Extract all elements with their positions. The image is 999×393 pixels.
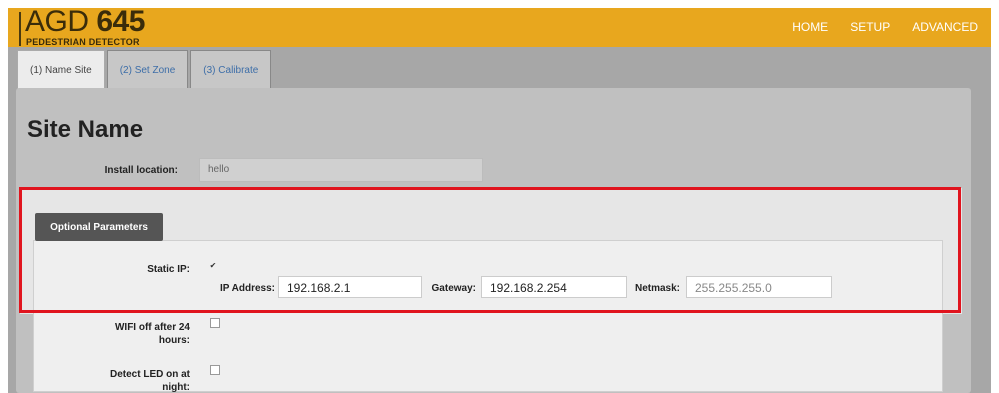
- top-bar: AGD 645 PEDESTRIAN DETECTOR HOME SETUP A…: [8, 8, 991, 47]
- nav-home[interactable]: HOME: [792, 20, 828, 34]
- install-location-label: Install location:: [104, 165, 178, 176]
- nav-setup[interactable]: SETUP: [850, 20, 890, 34]
- highlight-box: [19, 187, 961, 313]
- brand-subtitle: PEDESTRIAN DETECTOR: [26, 37, 140, 47]
- wifi-off-checkbox[interactable]: [210, 318, 220, 328]
- brand-logo: AGD 645: [25, 8, 145, 39]
- wizard-tabs: (1) Name Site (2) Set Zone (3) Calibrate: [17, 50, 273, 90]
- install-location-input[interactable]: hello: [199, 158, 483, 182]
- wifi-off-label-line2: hours:: [158, 335, 190, 346]
- nav-advanced[interactable]: ADVANCED: [912, 20, 978, 34]
- detect-led-checkbox[interactable]: [210, 365, 220, 375]
- detect-led-label-line1: Detect LED on at: [109, 369, 190, 380]
- brand-model: 645: [96, 8, 145, 38]
- detect-led-label-line2: night:: [162, 382, 190, 393]
- brand-prefix: AGD: [25, 8, 89, 38]
- tab-set-zone[interactable]: (2) Set Zone: [106, 50, 189, 89]
- tab-calibrate[interactable]: (3) Calibrate: [190, 50, 272, 89]
- tab-name-site[interactable]: (1) Name Site: [17, 50, 105, 89]
- wifi-off-label-line1: WIFI off after 24: [114, 322, 190, 333]
- logo-divider: [19, 12, 21, 46]
- page-title: Site Name: [27, 116, 144, 143]
- top-nav: HOME SETUP ADVANCED: [792, 20, 978, 34]
